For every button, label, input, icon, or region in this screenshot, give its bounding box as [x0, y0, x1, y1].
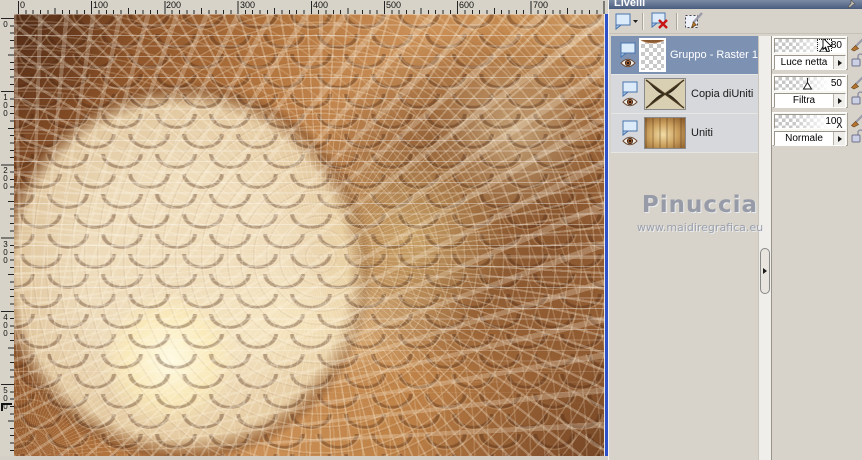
opacity-slider[interactable]: 80: [774, 38, 846, 53]
dropdown-arrow-button[interactable]: [833, 94, 845, 107]
layer-page-icon: [620, 42, 636, 58]
blend-mode-dropdown[interactable]: Normale: [774, 131, 846, 146]
layer-name: Copia diUniti: [691, 88, 754, 100]
blend-mode-value: Filtra: [792, 95, 816, 106]
new-layer-icon: [615, 13, 638, 30]
vertical-ruler: 0 100 200 300 400 500: [0, 14, 15, 456]
palette-titlebar[interactable]: Livelli: [609, 0, 862, 9]
delete-layer-icon: [651, 12, 668, 29]
layer-controls-gruppo-raster-1: 80 Luce netta: [772, 36, 848, 70]
opacity-slider[interactable]: 50: [774, 76, 846, 91]
splitter-collapse-handle[interactable]: [760, 248, 770, 294]
horizontal-ruler: 0 100 200 300 400 500 600 700: [14, 0, 607, 15]
layer-page-icon: [622, 81, 638, 97]
dropdown-arrow-button[interactable]: [833, 56, 845, 69]
layer-row-copia-diuniti[interactable]: Copia diUniti: [611, 75, 758, 114]
visibility-eye-icon[interactable]: [621, 136, 638, 146]
layer-thumbnail[interactable]: [639, 38, 666, 72]
ruler-label: 300: [240, 0, 256, 10]
layer-thumbnail[interactable]: [644, 78, 686, 110]
mouse-cursor-icon: [822, 39, 832, 52]
ruler-label: 200: [166, 0, 182, 10]
dropdown-arrow-icon: [837, 135, 842, 142]
layer-icon-column: [618, 120, 641, 146]
layer-page-icon: [622, 120, 638, 136]
layer-controls-copia-diuniti: 50 Filtra: [772, 74, 848, 108]
ruler-label: 700: [533, 0, 549, 10]
ruler-label: 0: [20, 0, 26, 10]
palette-body: Gruppo - Raster 1 Copia diUniti Uniti 80…: [609, 34, 862, 460]
layer-link-lock-column: [849, 36, 862, 150]
pin-icon[interactable]: [847, 0, 856, 9]
ruler-label: 100: [1, 93, 10, 117]
ruler-label: 600: [459, 0, 475, 10]
ruler-label: 0: [1, 20, 10, 28]
layer-extra-icons: [849, 74, 862, 112]
layer-extra-icons: [849, 36, 862, 74]
ruler-label: 500: [386, 0, 402, 10]
blend-mode-value: Normale: [785, 133, 823, 144]
layer-list: Gruppo - Raster 1 Copia diUniti Uniti: [611, 36, 758, 153]
unlock-icon[interactable]: [851, 91, 862, 105]
layer-thumbnail[interactable]: [644, 117, 686, 149]
brush-icon[interactable]: [849, 38, 862, 52]
ruler-label: 100: [93, 0, 109, 10]
layer-controls-column: 80 Luce netta 50 Filtra 100 Normale: [772, 36, 848, 150]
layer-row-gruppo-raster-1[interactable]: Gruppo - Raster 1: [611, 36, 758, 75]
unlock-icon[interactable]: [851, 129, 862, 143]
dropdown-arrow-icon: [837, 59, 842, 66]
artwork-scanlines: [14, 14, 604, 456]
opacity-slider[interactable]: 100: [774, 114, 846, 129]
opacity-value: 50: [830, 78, 842, 89]
ruler-label: 300: [1, 240, 10, 264]
pane-splitter[interactable]: [758, 36, 772, 460]
visibility-eye-icon[interactable]: [621, 97, 638, 107]
dropdown-arrow-button[interactable]: [833, 132, 845, 145]
layer-name: Gruppo - Raster 1: [669, 49, 758, 61]
layer-icon-column: [618, 42, 637, 68]
ruler-corner: [0, 0, 15, 15]
dropdown-arrow-icon: [837, 97, 842, 104]
edit-selection-button[interactable]: [681, 11, 707, 32]
layers-palette: Livelli Gruppo - Raster 1 Copia diUniti …: [608, 0, 862, 460]
opacity-slider-handle[interactable]: [834, 119, 845, 128]
layer-controls-uniti: 100 Normale: [772, 112, 848, 146]
new-layer-button[interactable]: [613, 11, 639, 32]
blend-mode-dropdown[interactable]: Luce netta: [774, 55, 846, 70]
brush-icon[interactable]: [849, 76, 862, 90]
image-canvas[interactable]: [14, 14, 604, 456]
edit-selection-icon: [685, 12, 703, 29]
blend-mode-value: Luce netta: [780, 57, 828, 68]
cursor-position-marker: [1, 403, 12, 411]
delete-layer-button[interactable]: [647, 11, 673, 32]
layer-row-uniti[interactable]: Uniti: [611, 114, 758, 153]
layer-name: Uniti: [691, 127, 714, 139]
opacity-value: 80: [830, 40, 842, 51]
layer-extra-icons: [849, 112, 862, 150]
ruler-label: 200: [1, 166, 10, 190]
toolbar-separator: [676, 12, 678, 30]
palette-title: Livelli: [614, 0, 646, 9]
collapse-arrow-icon: [763, 268, 767, 274]
layer-icon-column: [618, 81, 641, 107]
ruler-label: 400: [1, 313, 10, 337]
ruler-label: 400: [313, 0, 329, 10]
visibility-eye-icon[interactable]: [619, 58, 636, 68]
toolbar-separator: [642, 12, 644, 30]
unlock-icon[interactable]: [851, 53, 862, 67]
palette-toolbar: [609, 9, 862, 34]
brush-icon[interactable]: [849, 114, 862, 128]
opacity-slider-handle[interactable]: [802, 77, 813, 90]
blend-mode-dropdown[interactable]: Filtra: [774, 93, 846, 108]
